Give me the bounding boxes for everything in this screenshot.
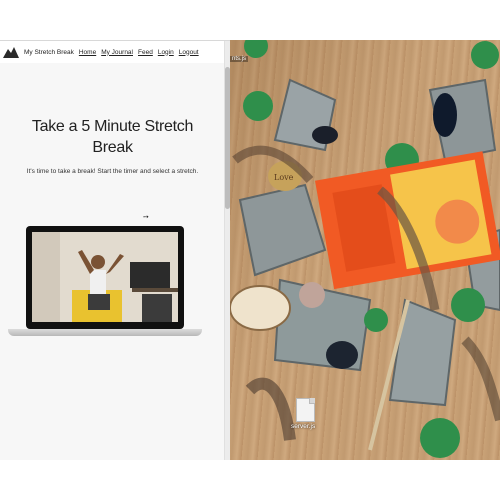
nav-link-feed[interactable]: Feed <box>138 49 153 56</box>
bottom-margin <box>0 460 500 500</box>
stretch-video[interactable] <box>32 232 178 322</box>
nav-link-logout[interactable]: Logout <box>179 49 199 56</box>
page-title: Take a 5 Minute Stretch Break <box>31 118 194 156</box>
nav-link-login[interactable]: Login <box>158 49 174 56</box>
arrow-icon[interactable]: ➙ <box>143 213 149 221</box>
js-file-icon[interactable] <box>296 398 315 422</box>
desktop-wallpaper: Love nts.js server.js <box>230 40 500 460</box>
nav-link-home[interactable]: Home <box>79 49 96 56</box>
laptop-base <box>8 329 202 336</box>
page-subtitle: It's time to take a break! Start the tim… <box>26 168 199 175</box>
desktop-file-label[interactable]: server.js <box>291 423 315 430</box>
nav-link-my-journal[interactable]: My Journal <box>101 49 133 56</box>
top-navigation: My Stretch Break Home My Journal Feed Lo… <box>0 41 230 63</box>
desktop-file-label-partial[interactable]: nts.js <box>230 56 249 62</box>
svg-text:Love: Love <box>274 173 294 182</box>
video-scene-image <box>32 232 178 322</box>
wallpaper-image: Love <box>230 40 500 458</box>
stretch-logo-icon <box>3 47 19 58</box>
brand-name[interactable]: My Stretch Break <box>24 49 74 56</box>
